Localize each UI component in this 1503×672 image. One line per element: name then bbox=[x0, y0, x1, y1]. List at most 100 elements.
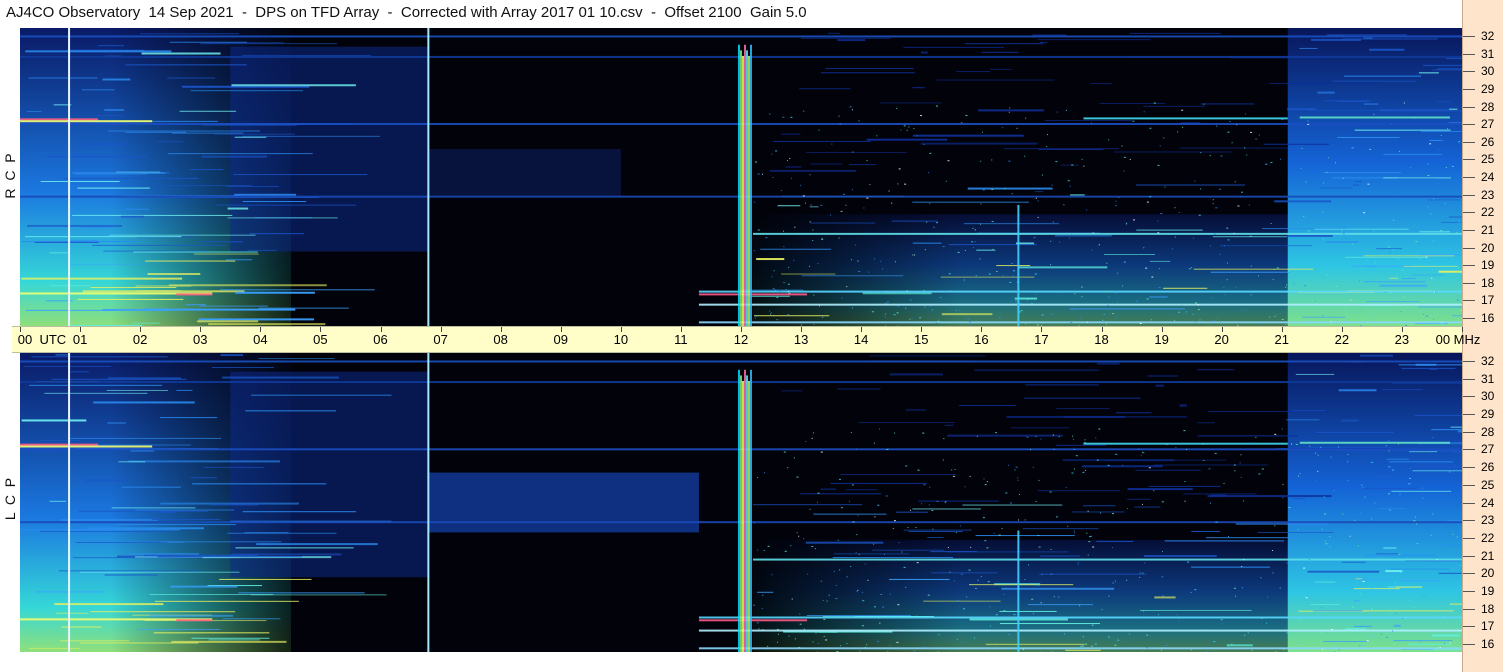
noise-speckle bbox=[1051, 184, 1053, 186]
noise-streak bbox=[190, 477, 217, 479]
noise-speckle bbox=[987, 581, 990, 583]
noise-speckle bbox=[803, 628, 805, 630]
noise-speckle bbox=[1178, 211, 1180, 213]
noise-speckle bbox=[1099, 512, 1101, 514]
noise-speckle bbox=[783, 282, 785, 284]
noise-speckle bbox=[1212, 199, 1214, 201]
rfi-line bbox=[1083, 442, 1288, 445]
noise-streak bbox=[128, 552, 200, 555]
noise-speckle bbox=[929, 486, 931, 488]
noise-speckle bbox=[764, 648, 766, 650]
noise-speckle bbox=[864, 563, 866, 565]
noise-speckle bbox=[1432, 279, 1434, 281]
noise-speckle bbox=[1330, 456, 1332, 458]
noise-speckle bbox=[897, 183, 899, 185]
noise-speckle bbox=[1132, 219, 1135, 221]
noise-speckle bbox=[1444, 202, 1446, 204]
noise-speckle bbox=[1017, 477, 1019, 479]
noise-speckle bbox=[1234, 470, 1236, 472]
noise-speckle bbox=[1402, 617, 1404, 619]
noise-streak bbox=[1342, 38, 1438, 40]
noise-speckle bbox=[1381, 633, 1383, 635]
noise-streak bbox=[23, 365, 112, 367]
noise-speckle bbox=[959, 525, 961, 527]
noise-speckle bbox=[910, 299, 912, 301]
noise-speckle bbox=[1115, 453, 1118, 455]
noise-speckle bbox=[1038, 188, 1040, 190]
noise-speckle bbox=[1186, 448, 1188, 450]
freq-tick-label: 22 bbox=[1481, 530, 1495, 545]
noise-speckle bbox=[1386, 533, 1388, 535]
noise-streak bbox=[1299, 47, 1318, 49]
noise-speckle bbox=[1374, 502, 1376, 504]
noise-speckle bbox=[1336, 643, 1338, 645]
noise-speckle bbox=[904, 183, 907, 185]
noise-speckle bbox=[893, 314, 896, 316]
noise-speckle bbox=[1291, 443, 1293, 445]
rcp-spectrogram[interactable] bbox=[20, 28, 1462, 326]
noise-speckle bbox=[821, 239, 824, 241]
noise-streak bbox=[49, 285, 92, 287]
noise-streak bbox=[1286, 419, 1320, 421]
noise-streak bbox=[231, 84, 356, 87]
time-tick-label: 14 bbox=[853, 332, 869, 347]
noise-speckle bbox=[1427, 206, 1429, 208]
afternoon-fade bbox=[753, 214, 964, 326]
noise-speckle bbox=[830, 214, 832, 216]
noise-speckle bbox=[873, 442, 875, 444]
noise-streak bbox=[90, 286, 177, 288]
noise-streak bbox=[981, 51, 1019, 53]
noise-speckle bbox=[846, 286, 848, 288]
noise-streak bbox=[896, 511, 929, 513]
noise-speckle bbox=[1403, 102, 1405, 104]
noise-speckle bbox=[1187, 561, 1190, 563]
noise-speckle bbox=[1423, 313, 1425, 315]
noise-speckle bbox=[1219, 188, 1222, 190]
noise-streak bbox=[136, 290, 181, 292]
noise-speckle bbox=[783, 246, 785, 248]
noise-speckle bbox=[1456, 536, 1458, 538]
noise-speckle bbox=[1382, 616, 1384, 618]
noise-streak bbox=[1332, 80, 1417, 82]
freq-tick-label: 26 bbox=[1481, 134, 1495, 149]
noise-streak bbox=[185, 304, 206, 306]
noise-streak bbox=[251, 394, 392, 396]
noise-speckle bbox=[1213, 320, 1216, 322]
noise-speckle bbox=[1342, 177, 1344, 179]
freq-tick bbox=[1463, 414, 1475, 416]
noise-streak bbox=[29, 647, 80, 649]
noise-speckle bbox=[828, 594, 830, 596]
noise-speckle bbox=[772, 288, 775, 290]
noise-speckle bbox=[1413, 520, 1416, 522]
noise-speckle bbox=[1143, 247, 1145, 249]
noise-speckle bbox=[780, 190, 782, 192]
noise-streak bbox=[1183, 493, 1257, 495]
noise-speckle bbox=[1162, 551, 1164, 553]
noise-streak bbox=[879, 102, 942, 104]
noise-streak bbox=[1369, 48, 1405, 51]
noise-speckle bbox=[1009, 281, 1012, 283]
noise-speckle bbox=[947, 160, 950, 162]
noise-speckle bbox=[1040, 438, 1042, 440]
noise-speckle bbox=[1091, 624, 1094, 626]
noise-speckle bbox=[1135, 300, 1138, 302]
noise-speckle bbox=[949, 304, 952, 306]
noise-speckle bbox=[991, 220, 994, 222]
noise-speckle bbox=[905, 465, 908, 467]
noise-speckle bbox=[1219, 253, 1221, 255]
noise-speckle bbox=[767, 545, 770, 547]
noise-speckle bbox=[908, 126, 910, 128]
lcp-spectrogram[interactable] bbox=[20, 353, 1462, 652]
noise-speckle bbox=[1141, 503, 1143, 505]
noise-speckle bbox=[1198, 214, 1201, 216]
noise-speckle bbox=[1338, 446, 1340, 448]
noise-streak bbox=[872, 549, 945, 551]
noise-streak bbox=[102, 78, 131, 81]
noise-speckle bbox=[989, 625, 991, 627]
noise-streak bbox=[813, 513, 887, 515]
noise-streak bbox=[242, 201, 307, 203]
noise-streak bbox=[1409, 451, 1438, 453]
noise-speckle bbox=[1425, 647, 1427, 649]
noise-speckle bbox=[1394, 582, 1397, 584]
rfi-line bbox=[698, 647, 1462, 650]
